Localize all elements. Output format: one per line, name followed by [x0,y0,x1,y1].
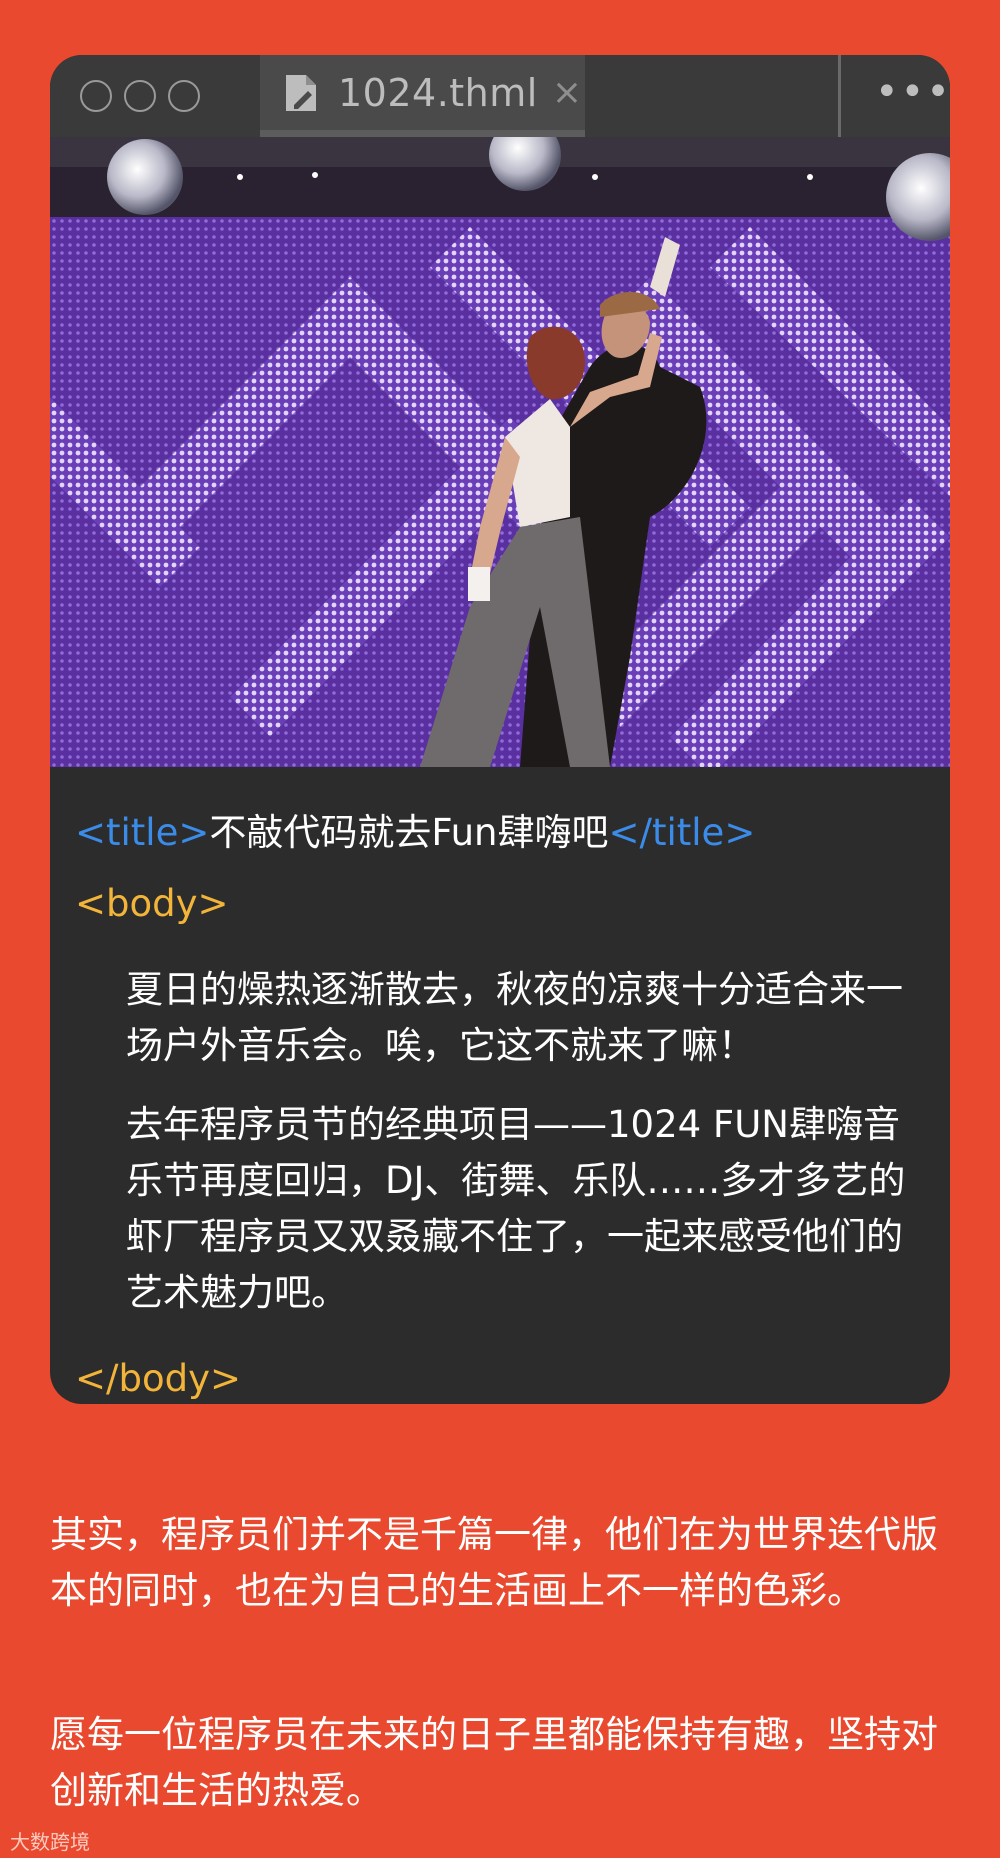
body-open-tag: <body> [75,882,229,925]
title-close-tag: </title> [608,811,756,854]
title-open-tag: <title> [75,811,210,854]
file-edit-icon [286,74,316,111]
window-controls [80,80,200,112]
title-line: <title>不敲代码就去Fun肆嗨吧</title> [75,802,755,856]
article-paragraph-2: 愿每一位程序员在未来的日子里都能保持有趣，坚持对创新和生活的热爱。 [50,1713,938,1812]
minimize-window-icon[interactable] [124,80,156,112]
code-paragraph-2: 去年程序员节的经典项目——1024 FUN肆嗨音乐节再度回归，DJ、街舞、乐队…… [126,1103,906,1314]
maximize-window-icon[interactable] [168,80,200,112]
editor-window: 1024.thml × ••• <title>不敲代码就去Fun肆嗨吧</tit… [50,55,950,1404]
body-close-tag: </body> [75,1357,241,1400]
dance-performance-photo [50,137,950,767]
window-titlebar: 1024.thml × ••• [50,55,950,137]
watermark-logo: 大数跨境 [10,1830,90,1854]
tab-file[interactable]: 1024.thml × [260,55,585,137]
article-paragraph-1: 其实，程序员们并不是千篇一律，他们在为世界迭代版本的同时，也在为自己的生活画上不… [50,1513,938,1612]
code-paragraph-1: 夏日的燥热逐渐散去，秋夜的凉爽十分适合来一场户外音乐会。唉，它这不就来了嘛！ [126,968,903,1067]
close-window-icon[interactable] [80,80,112,112]
title-text: 不敲代码就去Fun肆嗨吧 [209,811,609,854]
tab-close-icon[interactable]: × [552,72,582,113]
more-options-icon[interactable]: ••• [875,69,950,115]
tab-label: 1024.thml [338,70,538,115]
titlebar-divider [838,55,841,137]
